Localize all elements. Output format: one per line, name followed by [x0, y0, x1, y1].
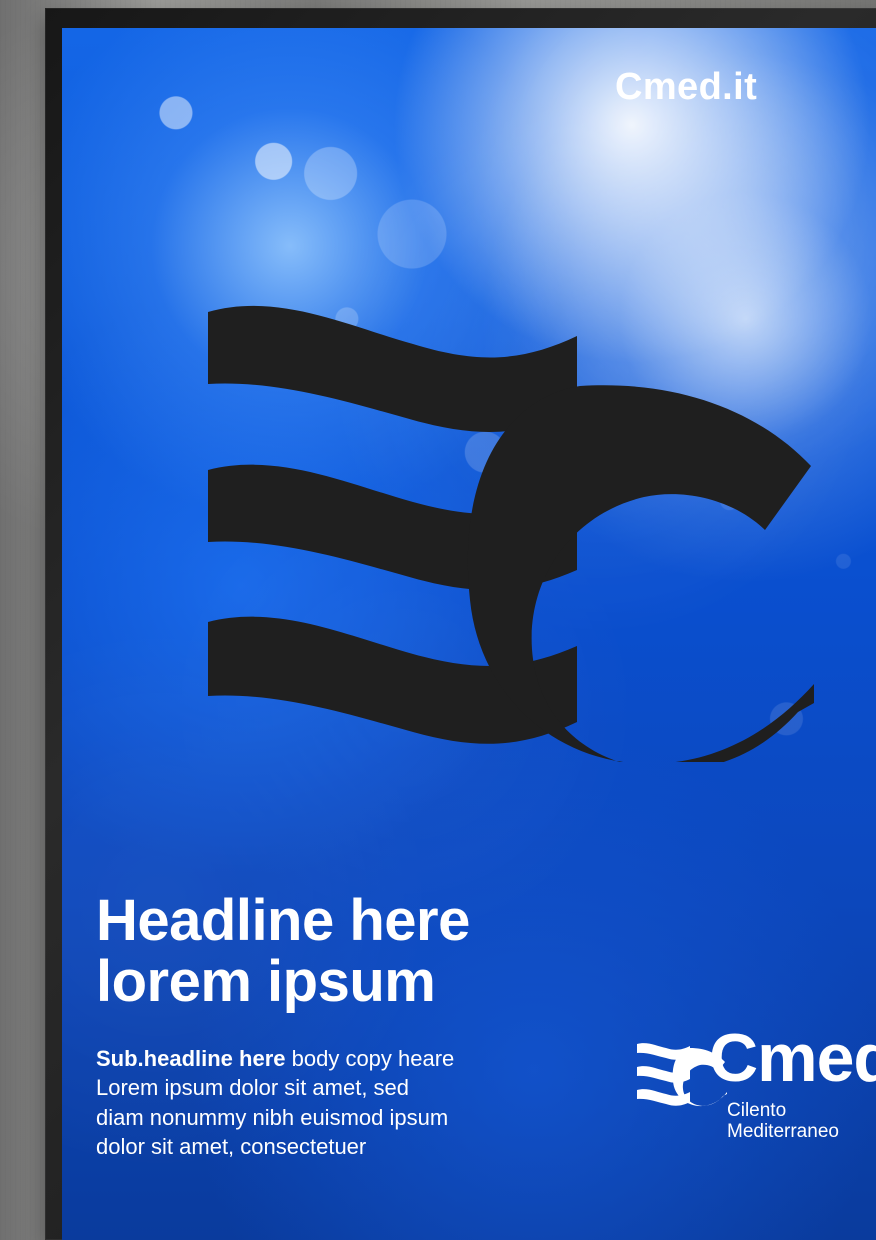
body-line-4: dolor sit amet, consectetuer — [96, 1133, 367, 1159]
poster: Cmed.it Headline here lorem ipsum Sub.he… — [62, 28, 876, 1240]
brand-lockup: Cmed Cilento Mediterraneo — [637, 1024, 876, 1152]
body-line-2: Lorem ipsum dolor sit amet, sed — [96, 1075, 410, 1101]
wall-background: Cmed.it Headline here lorem ipsum Sub.he… — [0, 0, 876, 1240]
headline-line-1: Headline here — [96, 888, 470, 953]
brand-subtitle-line-1: Cilento — [727, 1100, 787, 1121]
subheadline-label: Sub.headline here — [96, 1046, 286, 1071]
body-line-3: diam nonummy nibh euismod ipsum — [96, 1104, 449, 1130]
brand-name: Cmed — [709, 1020, 876, 1096]
cmed-wave-c-logo-icon — [208, 305, 814, 762]
body-line-1-text: body copy heare — [291, 1046, 455, 1071]
headline: Headline here lorem ipsum — [96, 888, 566, 1014]
brand-subtitle-line-2: Mediterraneo — [727, 1120, 839, 1142]
website-text: Cmed.it — [615, 66, 758, 108]
body-copy: Sub.headline here body copy heare Lorem … — [96, 1044, 506, 1161]
body-line-1: Sub.headline here body copy heare — [96, 1044, 506, 1073]
brand-subtitle: Cilento Mediterraneo — [727, 1100, 839, 1142]
headline-line-2: lorem ipsum — [96, 948, 436, 1014]
